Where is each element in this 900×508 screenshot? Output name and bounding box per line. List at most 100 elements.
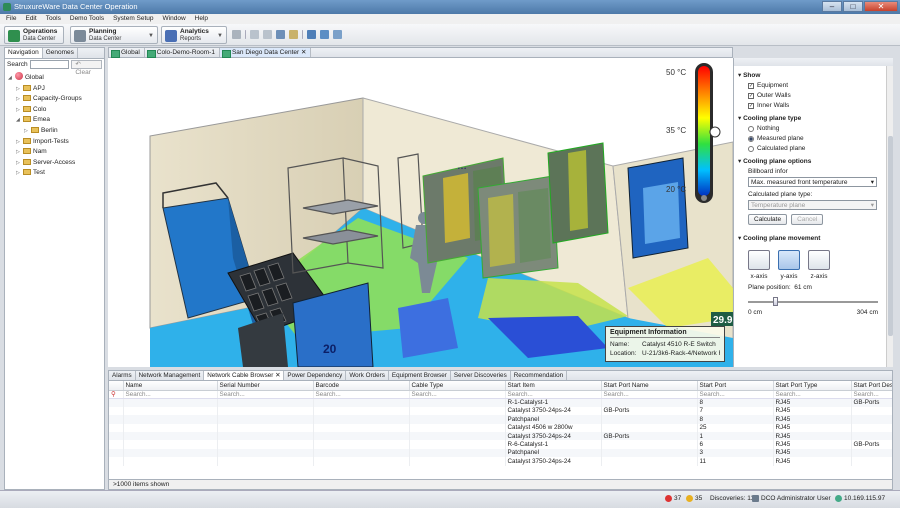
radio-icon[interactable] [748, 125, 754, 132]
menu-edit[interactable]: Edit [25, 14, 36, 24]
radio-calculated-plane[interactable]: Calculated plane [748, 145, 893, 152]
column-search-input[interactable]: Search... [601, 390, 698, 399]
column-header[interactable]: Start Port [697, 381, 774, 391]
tab-network-cable-browser[interactable]: Network Cable Browser ✕ [204, 371, 285, 380]
menu-help[interactable]: Help [195, 14, 208, 24]
menu-tools[interactable]: Tools [46, 14, 61, 24]
column-search-input[interactable]: Search... [409, 390, 506, 399]
tab-network-management[interactable]: Network Management [136, 371, 205, 380]
legend-handle-icon[interactable] [709, 126, 721, 138]
z-axis-icon[interactable] [808, 250, 830, 270]
y-axis-icon[interactable] [778, 250, 800, 270]
table-row[interactable]: Catalyst 3750-24ps-24 GB-Ports 7 RJ45 [109, 406, 892, 416]
close-button[interactable]: ✕ [864, 1, 898, 12]
table-row[interactable]: R-6-Catalyst-1 6 RJ45 GB-Ports [109, 440, 892, 449]
radio-measured-plane[interactable]: Measured plane [748, 135, 893, 142]
radio-nothing[interactable]: Nothing [748, 125, 893, 132]
table-row[interactable]: Catalyst 3750-24ps-24 GB-Ports 1 RJ45 [109, 431, 892, 441]
layout-icon[interactable] [333, 30, 342, 39]
tree-item[interactable]: ▷ Test [5, 168, 104, 179]
slider-thumb[interactable] [773, 297, 778, 306]
chevron-right-icon[interactable]: ▷ [24, 127, 31, 137]
tab-alarms[interactable]: Alarms [109, 371, 136, 380]
column-header[interactable]: Cable Type [409, 381, 506, 391]
tab-equipment-browser[interactable]: Equipment Browser [389, 371, 451, 380]
chevron-down-icon[interactable]: ▼ [217, 33, 223, 39]
column-header[interactable] [109, 381, 124, 391]
chevron-down-icon[interactable]: ▼ [148, 33, 154, 39]
checkbox-equipment[interactable]: ✓ Equipment [748, 82, 893, 89]
filter-icon[interactable]: ⚲ [109, 390, 124, 399]
checkbox-icon[interactable]: ✓ [748, 102, 754, 109]
clear-button[interactable]: ↶ Clear [71, 60, 102, 76]
table-row[interactable]: Patchpanel 8 RJ45 [109, 415, 892, 424]
tab-global[interactable]: Global [109, 48, 145, 58]
menu-file[interactable]: File [6, 14, 16, 24]
minimize-button[interactable]: – [822, 1, 842, 12]
tree-item[interactable]: ◢ Emea [5, 115, 104, 126]
tree-item[interactable]: ▷ Capacity-Groups [5, 94, 104, 105]
checkbox-icon[interactable]: ✓ [748, 82, 754, 89]
plane-options-heading[interactable]: Cooling plane options [738, 157, 893, 165]
plane-movement-heading[interactable]: Cooling plane movement [738, 234, 893, 242]
billboard-select[interactable]: Max. measured front temperature [748, 177, 877, 187]
tab-recommendation[interactable]: Recommendation [511, 371, 568, 380]
perspective-analytics[interactable]: Analytics Reports ▼ [161, 26, 227, 44]
room-scene[interactable]: 20 • • • 29.9 50 °C 35 °C 20 °C [108, 58, 733, 367]
cancel-button[interactable]: Cancel [791, 214, 824, 225]
clipboard-icon[interactable] [289, 30, 298, 39]
show-section-heading[interactable]: Show [738, 71, 893, 79]
chevron-right-icon[interactable]: ▷ [16, 138, 23, 148]
chevron-right-icon[interactable]: ▷ [16, 159, 23, 169]
chevron-right-icon[interactable]: ▷ [16, 106, 23, 116]
column-header[interactable]: Name [123, 381, 218, 391]
discoveries-status[interactable]: Discoveries: 11 [710, 495, 754, 502]
maximize-button[interactable]: □ [843, 1, 863, 12]
column-header[interactable]: Start Item [505, 381, 602, 391]
column-header[interactable]: Start Port Description [851, 381, 892, 391]
z-axis-button[interactable]: z-axis [808, 250, 830, 280]
tree-item[interactable]: ▷ APJ [5, 84, 104, 95]
checkbox-outer-walls[interactable]: ✓ Outer Walls [748, 92, 893, 99]
column-header[interactable]: Serial Number [217, 381, 314, 391]
column-search-input[interactable]: Search... [505, 390, 602, 399]
network-icon[interactable] [320, 30, 329, 39]
tab-power-dependency[interactable]: Power Dependency [284, 371, 347, 380]
tree-item[interactable]: ◢ Global [5, 72, 104, 84]
tab-work-orders[interactable]: Work Orders [346, 371, 389, 380]
menu-system-setup[interactable]: System Setup [113, 14, 153, 24]
plane-type-heading[interactable]: Cooling plane type [738, 114, 893, 122]
cut-icon[interactable] [276, 30, 285, 39]
slider-track[interactable] [748, 301, 878, 303]
warning-alarms[interactable]: 35 [686, 495, 702, 502]
tree-item[interactable]: ▷ Colo [5, 105, 104, 116]
tree-item[interactable]: ▷ Server-Access [5, 158, 104, 169]
undo-icon[interactable] [250, 30, 259, 39]
tab-san-diego[interactable]: San Diego Data Center ✕ [219, 48, 312, 58]
column-header[interactable]: Barcode [313, 381, 410, 391]
table-row[interactable]: R-1-Catalyst-1 8 RJ45 GB-Ports [109, 398, 892, 407]
x-axis-icon[interactable] [748, 250, 770, 270]
menu-window[interactable]: Window [163, 14, 186, 24]
tab-colo-demo-room[interactable]: Colo-Demo-Room-1 [145, 48, 220, 58]
column-header[interactable]: Start Port Name [601, 381, 698, 391]
search-input[interactable] [29, 60, 70, 69]
chevron-right-icon[interactable]: ▷ [16, 169, 23, 179]
tab-navigation[interactable]: Navigation [5, 48, 43, 58]
column-search-input[interactable]: Search... [123, 390, 218, 399]
table-row[interactable]: Catalyst 3750-24ps-24 11 RJ45 [109, 457, 892, 466]
column-search-input[interactable]: Search... [313, 390, 410, 399]
3d-room-view[interactable]: 20 • • • 29.9 50 °C 35 °C 20 °C Equipmen… [108, 58, 733, 367]
redo-icon[interactable] [263, 30, 272, 39]
chevron-down-icon[interactable]: ◢ [16, 116, 23, 126]
tab-server-discoveries[interactable]: Server Discoveries [451, 371, 511, 380]
y-axis-button[interactable]: y-axis [778, 250, 800, 280]
chevron-down-icon[interactable]: ◢ [8, 74, 15, 84]
properties-scrollbar[interactable] [886, 66, 893, 367]
tree-item[interactable]: ▷ Nam [5, 147, 104, 158]
link-icon[interactable] [307, 30, 316, 39]
chevron-right-icon[interactable]: ▷ [16, 85, 23, 95]
radio-icon[interactable] [748, 145, 754, 152]
column-header[interactable]: Start Port Type [773, 381, 852, 391]
chevron-right-icon[interactable]: ▷ [16, 95, 23, 105]
